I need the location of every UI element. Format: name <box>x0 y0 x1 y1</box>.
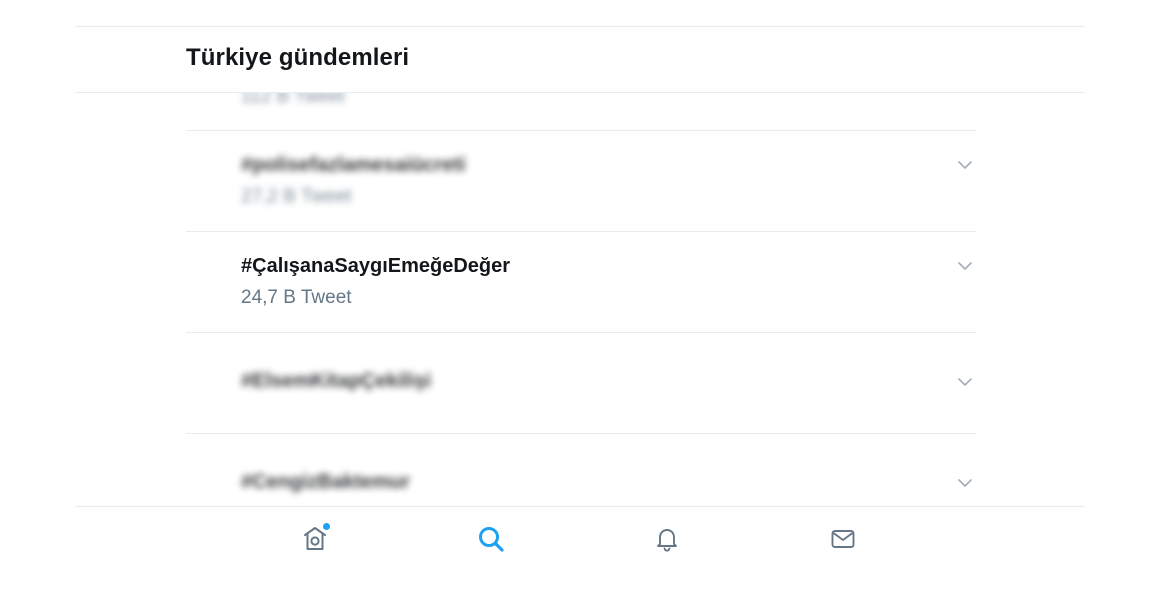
notification-dot <box>323 523 330 530</box>
bell-icon <box>652 524 682 554</box>
chevron-down-icon[interactable] <box>958 377 972 387</box>
tab-messages[interactable] <box>825 521 861 557</box>
trend-item[interactable]: #ÇalışanaSaygıEmeğeDeğer 24,7 B Tweet <box>186 232 976 333</box>
trend-name: #polisefazlamesaiücreti <box>241 154 466 176</box>
trends-screen: Türkiye gündemleri 112 B Tweet #polisefa… <box>0 0 1160 600</box>
chevron-down-icon[interactable] <box>958 478 972 488</box>
trends-list[interactable]: 112 B Tweet #polisefazlamesaiücreti 27,2… <box>186 60 976 507</box>
trend-count: 24,7 B Tweet <box>241 287 352 308</box>
tab-notifications[interactable] <box>649 521 685 557</box>
tab-search[interactable] <box>473 521 509 557</box>
trend-item[interactable]: #CengizBaktemur <box>186 434 976 507</box>
bottom-tab-bar <box>75 506 1085 577</box>
mail-icon <box>828 524 858 554</box>
chevron-down-icon[interactable] <box>958 261 972 271</box>
tab-home[interactable] <box>297 521 333 557</box>
trend-name: #CengizBaktemur <box>241 471 410 493</box>
trend-name: #ÇalışanaSaygıEmeğeDeğer <box>241 255 511 277</box>
trend-item[interactable]: #polisefazlamesaiücreti 27,2 B Tweet <box>186 131 976 232</box>
header: Türkiye gündemleri <box>75 27 1085 93</box>
trend-name: #ElsemKitapÇekilişi <box>241 370 432 392</box>
chevron-down-icon[interactable] <box>958 160 972 170</box>
trend-count: 27,2 B Tweet <box>241 186 352 207</box>
trend-item[interactable]: #ElsemKitapÇekilişi <box>186 333 976 434</box>
page-title: Türkiye gündemleri <box>186 44 410 71</box>
home-icon <box>300 523 330 554</box>
search-icon <box>476 524 506 554</box>
